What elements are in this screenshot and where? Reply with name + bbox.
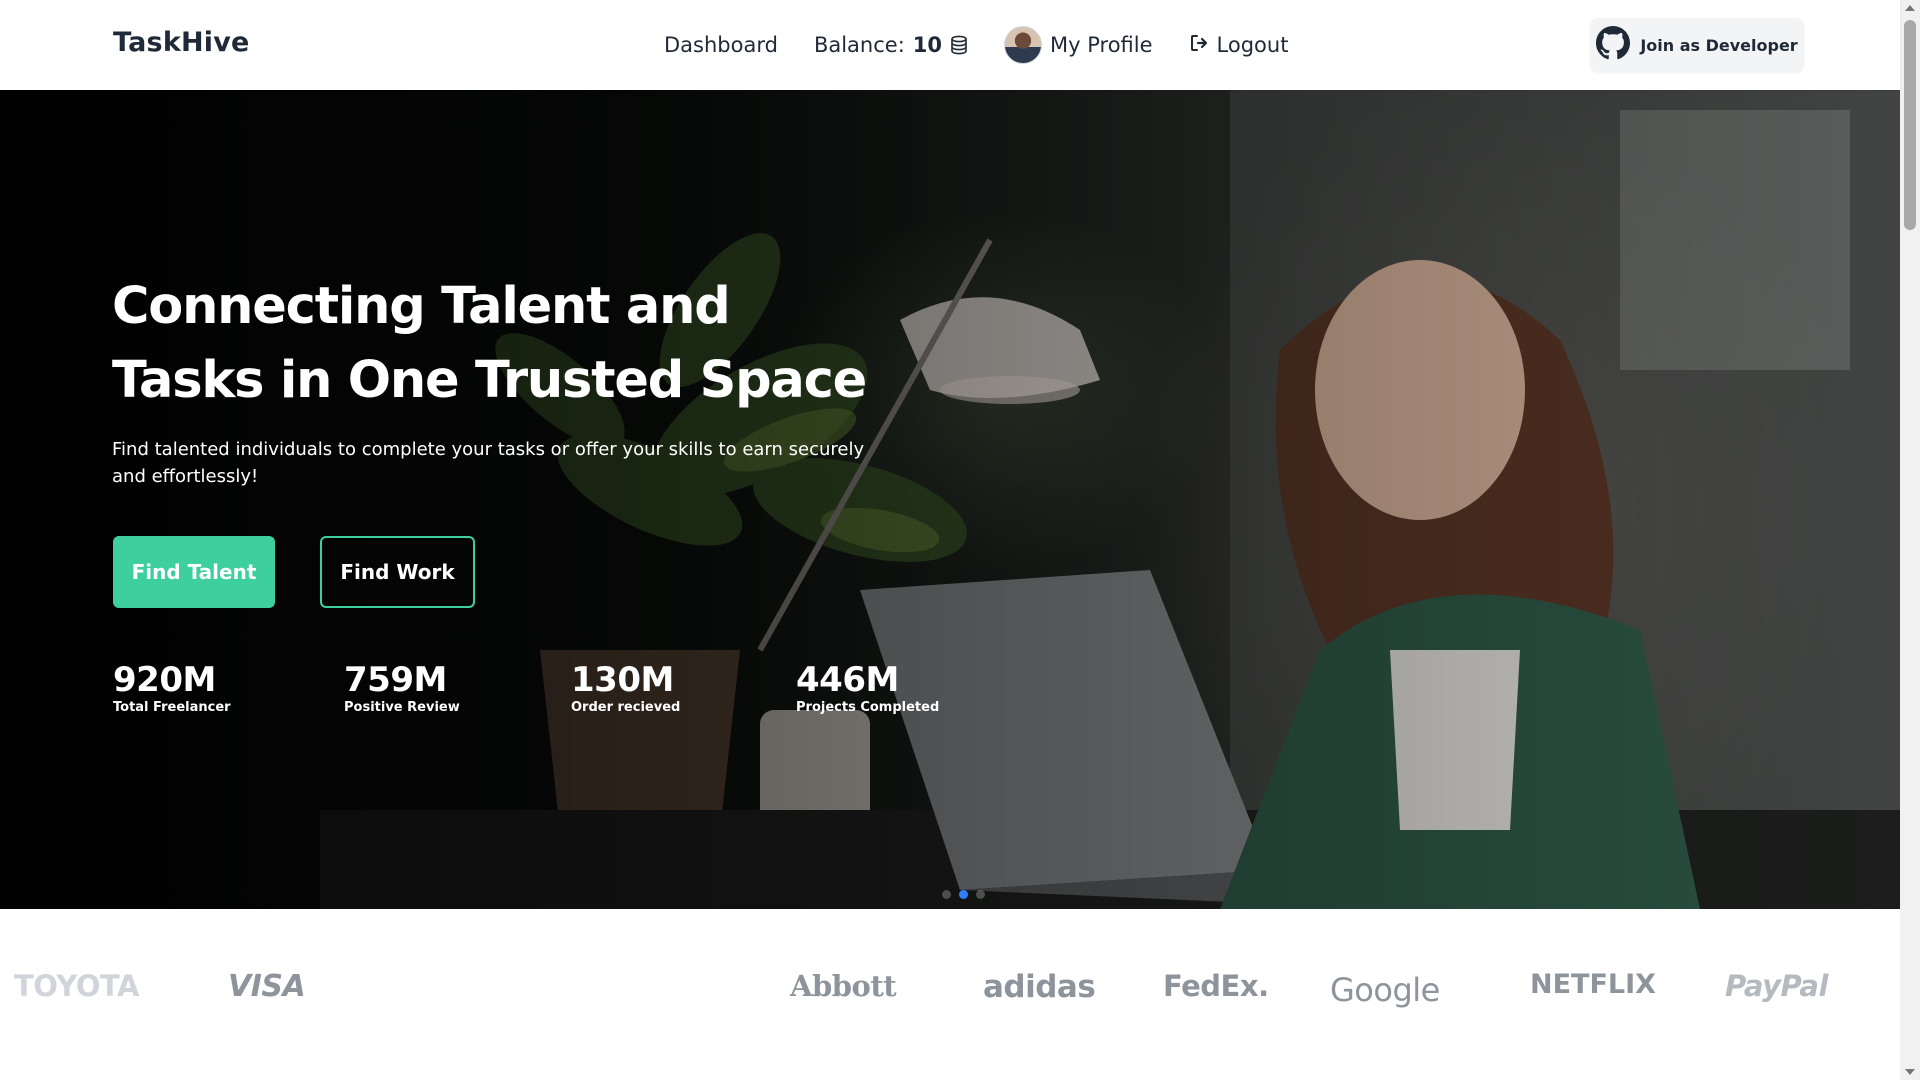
carousel-dot-active[interactable] bbox=[959, 890, 968, 899]
logo-toyota: TOYOTA bbox=[14, 969, 140, 1003]
stat-value: 130M bbox=[571, 660, 674, 700]
carousel-dot[interactable] bbox=[942, 890, 951, 899]
brand-logo[interactable]: TaskHive bbox=[113, 27, 250, 58]
logout-button[interactable]: Logout bbox=[1189, 33, 1289, 58]
hero-title: Connecting Talent and Tasks in One Trust… bbox=[112, 277, 867, 410]
logo-netflix: NETFLIX bbox=[1530, 969, 1656, 1000]
stat-label: Total Freelancer bbox=[113, 700, 231, 715]
logo-visa: VISA bbox=[228, 969, 306, 1004]
logo-abbott: Abbott bbox=[790, 969, 897, 1003]
stat-projects-completed: 446M Projects Completed bbox=[796, 660, 939, 716]
logo-fedex: FedEx. bbox=[1163, 969, 1269, 1003]
scrollbar-thumb[interactable] bbox=[1904, 20, 1916, 230]
stat-total-freelancer: 920M Total Freelancer bbox=[113, 660, 231, 716]
carousel-indicators bbox=[942, 890, 985, 899]
logo-paypal: PayPal bbox=[1725, 969, 1828, 1003]
navbar: TaskHive Dashboard Balance: 10 My Profil… bbox=[0, 0, 1900, 90]
stat-label: Positive Review bbox=[344, 700, 460, 715]
carousel-dot[interactable] bbox=[976, 890, 985, 899]
logout-icon bbox=[1189, 33, 1209, 58]
stat-value: 759M bbox=[344, 660, 447, 700]
nav-links: Dashboard Balance: 10 My Profile Logout bbox=[664, 0, 1288, 90]
logout-label: Logout bbox=[1216, 33, 1289, 57]
join-developer-label: Join as Developer bbox=[1640, 35, 1798, 55]
find-talent-button[interactable]: Find Talent bbox=[113, 536, 275, 608]
hero-overlay bbox=[0, 90, 1900, 909]
avatar bbox=[1004, 26, 1043, 64]
stat-label: Order recieved bbox=[571, 700, 681, 715]
join-developer-button[interactable]: Join as Developer bbox=[1590, 18, 1804, 72]
nav-dashboard-link[interactable]: Dashboard bbox=[664, 33, 778, 57]
balance-label: Balance: bbox=[813, 33, 905, 57]
stat-positive-review: 759M Positive Review bbox=[344, 660, 460, 716]
coin-stack-icon bbox=[950, 35, 968, 55]
stat-label: Projects Completed bbox=[796, 700, 940, 715]
scroll-up-arrow-icon[interactable] bbox=[1905, 5, 1915, 11]
stat-value: 920M bbox=[113, 660, 216, 700]
nav-profile-link[interactable]: My Profile bbox=[1004, 26, 1153, 64]
stat-value: 446M bbox=[796, 660, 899, 700]
stat-order-received: 130M Order recieved bbox=[571, 660, 680, 716]
logo-google: Google bbox=[1330, 971, 1440, 1009]
nav-dashboard-label: Dashboard bbox=[664, 33, 778, 57]
balance-value: 10 bbox=[912, 33, 943, 57]
partner-logos: TOYOTA VISA Abbott adidas FedEx. Google … bbox=[0, 909, 1900, 1080]
page-scrollbar[interactable] bbox=[1900, 0, 1920, 1080]
nav-profile-label: My Profile bbox=[1050, 33, 1153, 57]
find-work-button[interactable]: Find Work bbox=[320, 536, 475, 608]
scroll-down-arrow-icon[interactable] bbox=[1905, 1069, 1915, 1075]
logo-adidas: adidas bbox=[983, 969, 1096, 1005]
balance-display: Balance: 10 bbox=[814, 33, 968, 57]
github-icon bbox=[1596, 26, 1631, 64]
hero-section: Connecting Talent and Tasks in One Trust… bbox=[0, 90, 1900, 909]
hero-subtitle: Find talented individuals to complete yo… bbox=[112, 439, 865, 487]
